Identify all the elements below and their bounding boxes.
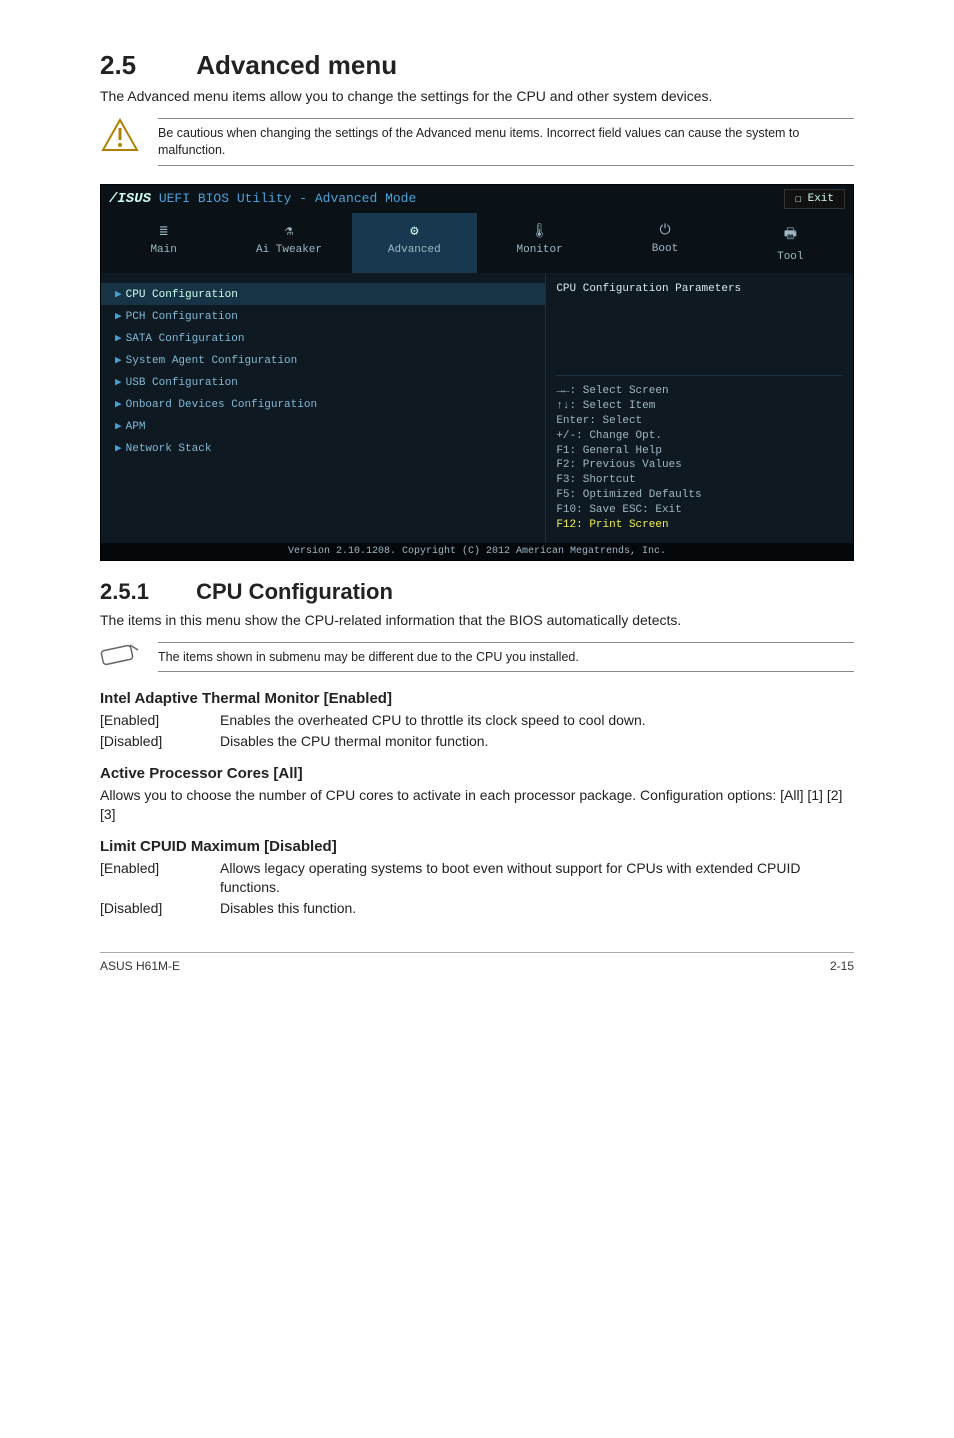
- subsection-title: 2.5.1 CPU Configuration: [100, 579, 854, 605]
- caution-note: Be cautious when changing the settings o…: [100, 118, 854, 166]
- help-line: +/-: Change Opt.: [556, 429, 843, 444]
- menu-usb-configuration[interactable]: ▶USB Configuration: [101, 371, 545, 393]
- section-name: Advanced menu: [196, 50, 397, 80]
- option-key: [Disabled]: [100, 732, 220, 751]
- menu-apm[interactable]: ▶APM: [101, 415, 545, 437]
- bios-menu-list: ▶CPU Configuration ▶PCH Configuration ▶S…: [101, 273, 545, 543]
- tab-monitor[interactable]: 🌡 Monitor: [477, 213, 602, 273]
- option-key: [Enabled]: [100, 859, 220, 897]
- menu-system-agent[interactable]: ▶System Agent Configuration: [101, 349, 545, 371]
- chevron-right-icon: ▶: [115, 333, 122, 345]
- setting-title: Intel Adaptive Thermal Monitor [Enabled]: [100, 690, 854, 707]
- sub-intro-text: The items in this menu show the CPU-rela…: [100, 611, 854, 630]
- tab-label: Main: [150, 244, 176, 256]
- chevron-right-icon: ▶: [115, 399, 122, 411]
- bios-version-footer: Version 2.10.1208. Copyright (C) 2012 Am…: [101, 543, 853, 560]
- option-value: Disables this function.: [220, 899, 356, 918]
- tab-label: Advanced: [388, 244, 441, 256]
- main-icon: ≣: [105, 223, 222, 240]
- exit-icon: ☐: [795, 192, 802, 206]
- chevron-right-icon: ▶: [115, 355, 122, 367]
- footer-left: ASUS H61M-E: [100, 959, 180, 973]
- boot-icon: ⏻: [606, 223, 723, 239]
- bios-title-rest: UEFI BIOS Utility - Advanced Mode: [159, 191, 416, 206]
- chevron-right-icon: ▶: [115, 421, 122, 433]
- menu-onboard-devices[interactable]: ▶Onboard Devices Configuration: [101, 393, 545, 415]
- bios-help-panel: CPU Configuration Parameters →←: Select …: [545, 273, 853, 543]
- subsection-name: CPU Configuration: [196, 579, 393, 604]
- setting-title: Limit CPUID Maximum [Disabled]: [100, 838, 854, 855]
- page-footer: ASUS H61M-E 2-15: [100, 952, 854, 973]
- help-line: ↑↓: Select Item: [556, 399, 843, 414]
- tab-label: Boot: [652, 243, 678, 255]
- caution-icon: [100, 118, 140, 152]
- option-row: [Disabled] Disables this function.: [100, 899, 854, 918]
- section-title: 2.5 Advanced menu: [100, 50, 854, 81]
- bios-tabs: ≣ Main ⚗ Ai Tweaker ⚙ Advanced 🌡 Monitor…: [101, 213, 853, 273]
- footer-right: 2-15: [830, 959, 854, 973]
- setting-desc: Allows you to choose the number of CPU c…: [100, 786, 854, 824]
- bios-key-help: →←: Select Screen ↑↓: Select Item Enter:…: [556, 375, 843, 532]
- tool-icon: 🖶: [732, 223, 849, 247]
- option-value: Allows legacy operating systems to boot …: [220, 859, 854, 897]
- help-line-highlight: F12: Print Screen: [556, 518, 843, 533]
- info-note: The items shown in submenu may be differ…: [100, 642, 854, 673]
- bios-titlebar: /ISUS UEFI BIOS Utility - Advanced Mode …: [101, 185, 853, 213]
- help-line: Enter: Select: [556, 414, 843, 429]
- caution-text: Be cautious when changing the settings o…: [158, 118, 854, 166]
- exit-label: Exit: [808, 193, 834, 205]
- option-key: [Disabled]: [100, 899, 220, 918]
- option-row: [Enabled] Allows legacy operating system…: [100, 859, 854, 897]
- intro-text: The Advanced menu items allow you to cha…: [100, 87, 854, 106]
- option-value: Enables the overheated CPU to throttle i…: [220, 711, 646, 730]
- menu-network-stack[interactable]: ▶Network Stack: [101, 437, 545, 459]
- option-key: [Enabled]: [100, 711, 220, 730]
- tab-label: Monitor: [517, 244, 563, 256]
- note-icon: [100, 642, 140, 666]
- chevron-right-icon: ▶: [115, 311, 122, 323]
- help-line: F5: Optimized Defaults: [556, 488, 843, 503]
- tweaker-icon: ⚗: [230, 223, 347, 240]
- chevron-right-icon: ▶: [115, 289, 122, 301]
- tab-ai-tweaker[interactable]: ⚗ Ai Tweaker: [226, 213, 351, 273]
- setting-title: Active Processor Cores [All]: [100, 765, 854, 782]
- menu-pch-configuration[interactable]: ▶PCH Configuration: [101, 305, 545, 327]
- tab-tool[interactable]: 🖶 Tool: [728, 213, 853, 273]
- tab-label: Tool: [777, 251, 803, 263]
- tab-label: Ai Tweaker: [256, 244, 322, 256]
- bios-help-title: CPU Configuration Parameters: [556, 283, 843, 295]
- section-number: 2.5: [100, 50, 190, 81]
- help-line: F3: Shortcut: [556, 473, 843, 488]
- help-line: F1: General Help: [556, 444, 843, 459]
- tab-boot[interactable]: ⏻ Boot: [602, 213, 727, 273]
- tab-main[interactable]: ≣ Main: [101, 213, 226, 273]
- exit-button[interactable]: ☐ Exit: [784, 189, 845, 209]
- help-line: F2: Previous Values: [556, 458, 843, 473]
- bios-window: /ISUS UEFI BIOS Utility - Advanced Mode …: [100, 184, 854, 561]
- bios-brand: /ISUS: [109, 191, 151, 207]
- subsection-number: 2.5.1: [100, 579, 190, 605]
- advanced-icon: ⚙: [356, 223, 473, 240]
- option-row: [Disabled] Disables the CPU thermal moni…: [100, 732, 854, 751]
- help-line: →←: Select Screen: [556, 384, 843, 399]
- monitor-icon: 🌡: [481, 223, 598, 240]
- bios-title: /ISUS UEFI BIOS Utility - Advanced Mode: [109, 191, 416, 207]
- option-row: [Enabled] Enables the overheated CPU to …: [100, 711, 854, 730]
- menu-cpu-configuration[interactable]: ▶CPU Configuration: [101, 283, 545, 305]
- note-text: The items shown in submenu may be differ…: [158, 642, 854, 673]
- option-value: Disables the CPU thermal monitor functio…: [220, 732, 488, 751]
- menu-sata-configuration[interactable]: ▶SATA Configuration: [101, 327, 545, 349]
- chevron-right-icon: ▶: [115, 377, 122, 389]
- chevron-right-icon: ▶: [115, 443, 122, 455]
- help-line: F10: Save ESC: Exit: [556, 503, 843, 518]
- tab-advanced[interactable]: ⚙ Advanced: [352, 213, 477, 273]
